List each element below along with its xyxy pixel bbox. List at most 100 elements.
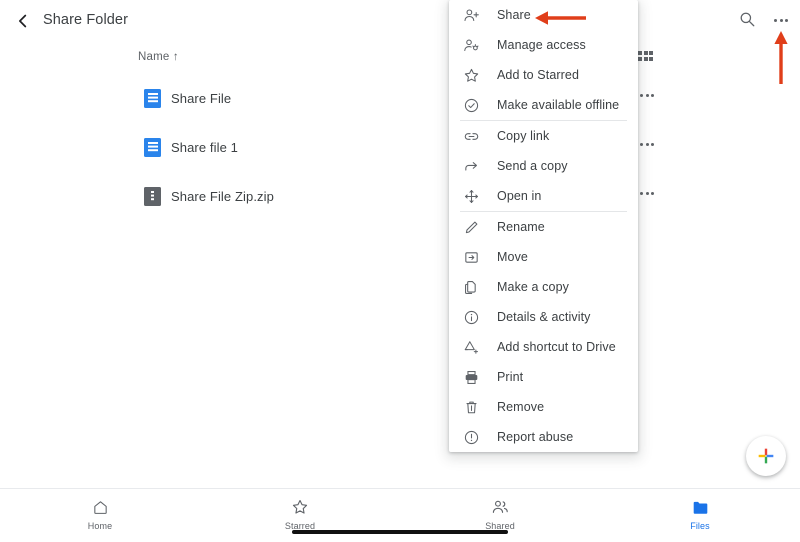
grid-view-icon bbox=[643, 51, 648, 55]
more-vert-icon bbox=[651, 192, 654, 195]
more-vert-icon bbox=[645, 143, 649, 146]
menu-item-add-shortcut-to-drive[interactable]: Add shortcut to Drive bbox=[449, 332, 638, 362]
more-vert-icon bbox=[651, 143, 654, 146]
trash-icon bbox=[460, 396, 482, 418]
more-vert-icon bbox=[640, 94, 643, 97]
pencil-icon bbox=[460, 216, 482, 238]
send-arrow-icon bbox=[460, 155, 482, 177]
search-button[interactable] bbox=[738, 10, 760, 32]
person-add-icon bbox=[460, 4, 482, 26]
menu-item-label: Report abuse bbox=[497, 430, 574, 444]
menu-item-label: Rename bbox=[497, 220, 545, 234]
menu-item-label: Make a copy bbox=[497, 280, 569, 294]
menu-item-label: Share bbox=[497, 8, 531, 22]
file-name: Share file 1 bbox=[171, 140, 238, 155]
home-indicator bbox=[292, 530, 508, 534]
menu-item-share[interactable]: Share bbox=[449, 0, 638, 30]
nav-item-files[interactable]: Files bbox=[600, 489, 800, 542]
google-docs-icon bbox=[144, 138, 161, 157]
move-to-folder-icon bbox=[460, 246, 482, 268]
sort-header[interactable]: Name ↑ bbox=[138, 51, 179, 63]
menu-item-label: Add to Starred bbox=[497, 68, 580, 82]
menu-item-details-activity[interactable]: Details & activity bbox=[449, 302, 638, 332]
open-in-move-icon bbox=[460, 185, 482, 207]
menu-item-label: Move bbox=[497, 250, 528, 264]
menu-item-label: Remove bbox=[497, 400, 545, 414]
menu-item-move[interactable]: Move bbox=[449, 242, 638, 272]
report-warning-icon bbox=[460, 426, 482, 448]
more-vert-icon bbox=[774, 18, 777, 22]
file-row-share-file-zip[interactable]: Share File Zip.zip bbox=[0, 182, 800, 212]
grid-view-icon bbox=[638, 56, 642, 61]
printer-icon bbox=[460, 366, 482, 388]
menu-item-label: Make available offline bbox=[497, 98, 620, 112]
more-vert-icon bbox=[651, 94, 654, 97]
menu-item-print[interactable]: Print bbox=[449, 362, 638, 392]
add-to-drive-icon bbox=[460, 336, 482, 358]
google-plus-icon bbox=[758, 448, 774, 464]
app-bar: Share Folder bbox=[0, 0, 800, 42]
grid-view-toggle[interactable] bbox=[638, 51, 654, 61]
chevron-left-icon bbox=[19, 14, 27, 28]
more-vert-icon bbox=[645, 192, 649, 195]
page-title: Share Folder bbox=[43, 12, 129, 28]
folder-icon bbox=[691, 497, 710, 517]
link-icon bbox=[460, 125, 482, 147]
menu-item-add-to-starred[interactable]: Add to Starred bbox=[449, 60, 638, 90]
google-docs-icon bbox=[144, 89, 161, 108]
menu-item-label: Details & activity bbox=[497, 310, 591, 324]
back-button[interactable] bbox=[10, 8, 36, 34]
star-outline-icon bbox=[460, 64, 482, 86]
nav-item-home[interactable]: Home bbox=[0, 489, 200, 542]
people-icon bbox=[491, 497, 509, 517]
grid-view-icon bbox=[649, 51, 654, 55]
file-row-overflow-button[interactable] bbox=[640, 192, 654, 195]
nav-item-label: Files bbox=[690, 521, 710, 531]
more-vert-icon bbox=[645, 94, 649, 97]
overflow-menu-button[interactable] bbox=[770, 9, 792, 31]
menu-item-copy-link[interactable]: Copy link bbox=[449, 121, 638, 151]
home-icon bbox=[92, 497, 109, 517]
menu-item-label: Manage access bbox=[497, 38, 586, 52]
copy-icon bbox=[460, 276, 482, 298]
more-vert-icon bbox=[640, 192, 643, 195]
file-row-overflow-button[interactable] bbox=[640, 143, 654, 146]
menu-item-send-a-copy[interactable]: Send a copy bbox=[449, 151, 638, 181]
menu-item-remove[interactable]: Remove bbox=[449, 392, 638, 422]
nav-item-shared[interactable]: Shared bbox=[400, 489, 600, 542]
menu-item-label: Open in bbox=[497, 189, 542, 203]
file-name: Share File bbox=[171, 91, 232, 106]
menu-item-manage-access[interactable]: Manage access bbox=[449, 30, 638, 60]
create-fab-button[interactable] bbox=[746, 436, 786, 476]
menu-item-rename[interactable]: Rename bbox=[449, 212, 638, 242]
more-vert-icon bbox=[640, 143, 643, 146]
menu-item-label: Copy link bbox=[497, 129, 550, 143]
manage-accounts-icon bbox=[460, 34, 482, 56]
grid-view-icon bbox=[649, 56, 654, 61]
nav-item-label: Home bbox=[87, 521, 113, 531]
menu-item-open-in[interactable]: Open in bbox=[449, 181, 638, 211]
file-type-icon bbox=[144, 89, 162, 109]
file-type-icon bbox=[144, 138, 162, 158]
drive-folder-screen: Share Folder Name ↑ Share File Share fil… bbox=[0, 0, 800, 542]
search-icon bbox=[740, 12, 755, 27]
file-row-overflow-button[interactable] bbox=[640, 94, 654, 97]
nav-item-starred[interactable]: Starred bbox=[200, 489, 400, 542]
menu-item-label: Send a copy bbox=[497, 159, 568, 173]
file-name: Share File Zip.zip bbox=[171, 189, 274, 204]
file-row-share-file-1[interactable]: Share file 1 bbox=[0, 133, 800, 163]
file-row-share-file[interactable]: Share File bbox=[0, 84, 800, 114]
more-vert-icon bbox=[785, 18, 788, 22]
menu-item-label: Print bbox=[497, 370, 524, 384]
menu-item-label: Add shortcut to Drive bbox=[497, 340, 616, 354]
info-circle-icon bbox=[460, 306, 482, 328]
zip-file-icon bbox=[144, 187, 161, 206]
menu-item-make-available-offline[interactable]: Make available offline bbox=[449, 90, 638, 120]
file-type-icon bbox=[144, 187, 162, 207]
grid-view-icon bbox=[638, 51, 642, 55]
more-vert-icon bbox=[779, 18, 783, 22]
grid-view-icon bbox=[643, 56, 648, 61]
star-outline-icon bbox=[291, 497, 309, 517]
menu-item-make-a-copy[interactable]: Make a copy bbox=[449, 272, 638, 302]
menu-item-report-abuse[interactable]: Report abuse bbox=[449, 422, 638, 452]
